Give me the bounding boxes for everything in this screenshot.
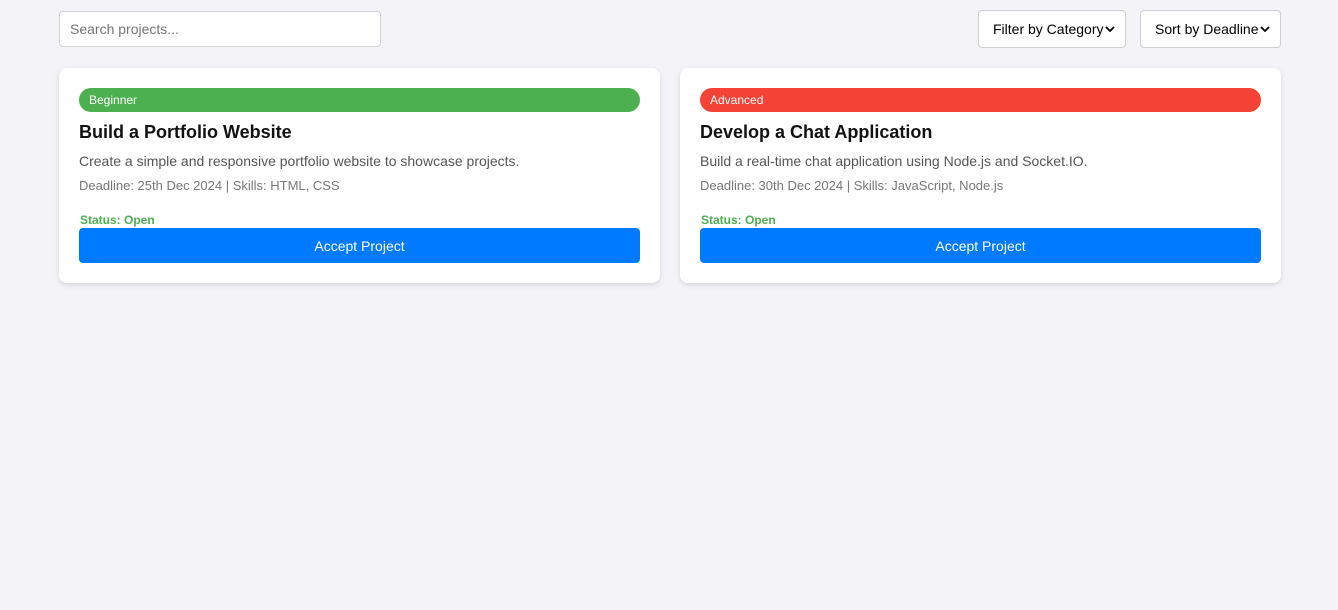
project-card: Beginner Build a Portfolio Website Creat… <box>59 68 660 283</box>
project-description: Build a real-time chat application using… <box>700 153 1088 169</box>
filter-controls: Filter by Category Sort by Deadline <box>978 10 1281 48</box>
project-card: Advanced Develop a Chat Application Buil… <box>680 68 1281 283</box>
project-title: Build a Portfolio Website <box>79 122 292 142</box>
difficulty-badge: Beginner <box>79 88 640 112</box>
search-input[interactable] <box>59 11 381 47</box>
category-filter-select[interactable]: Filter by Category <box>978 10 1126 48</box>
project-meta: Deadline: 30th Dec 2024 | Skills: JavaSc… <box>700 178 1004 193</box>
sort-select[interactable]: Sort by Deadline <box>1140 10 1281 48</box>
project-meta: Deadline: 25th Dec 2024 | Skills: HTML, … <box>79 178 340 193</box>
sort-label: Sort by Deadline <box>1155 21 1259 37</box>
project-description: Create a simple and responsive portfolio… <box>79 153 520 169</box>
project-list: Beginner Build a Portfolio Website Creat… <box>59 68 1281 283</box>
chevron-down-icon <box>1259 22 1272 36</box>
chevron-down-icon <box>1103 22 1117 36</box>
category-filter-label: Filter by Category <box>993 21 1104 37</box>
project-title: Develop a Chat Application <box>700 122 933 142</box>
status-badge: Status: Open <box>80 213 155 227</box>
toolbar: Filter by Category Sort by Deadline <box>59 10 1281 48</box>
status-badge: Status: Open <box>701 213 776 227</box>
accept-project-button[interactable]: Accept Project <box>79 228 640 263</box>
difficulty-badge: Advanced <box>700 88 1261 112</box>
accept-project-button[interactable]: Accept Project <box>700 228 1261 263</box>
